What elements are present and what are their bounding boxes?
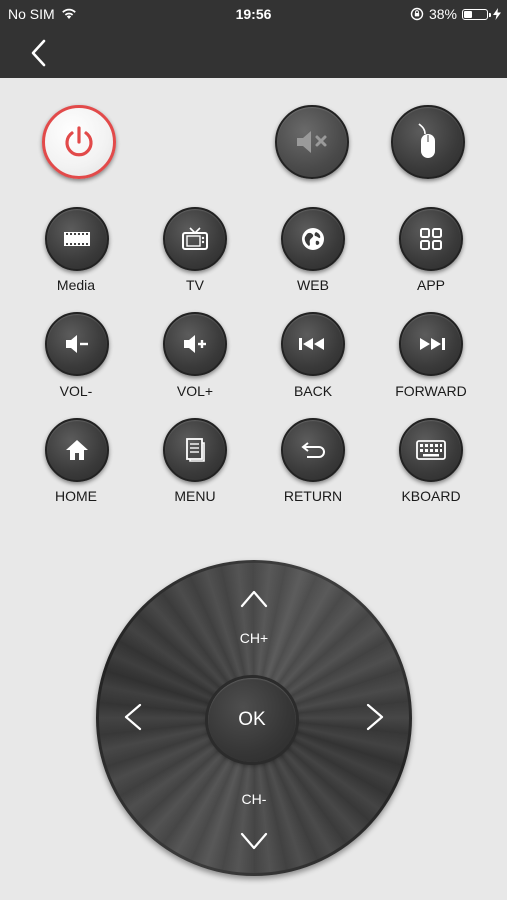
- power-icon: [65, 126, 93, 157]
- menu-button[interactable]: [163, 418, 227, 482]
- power-button[interactable]: [42, 105, 116, 179]
- kboard-label: KBOARD: [401, 488, 461, 504]
- keyboard-icon: [416, 440, 446, 460]
- home-button[interactable]: [45, 418, 109, 482]
- forward-label: FORWARD: [395, 383, 467, 399]
- return-button[interactable]: [281, 418, 345, 482]
- chevron-left-icon[interactable]: [24, 38, 54, 68]
- mute-icon: [297, 131, 327, 153]
- battery-percent: 38%: [428, 6, 457, 22]
- forward-button[interactable]: [399, 312, 463, 376]
- status-right: 38%: [410, 6, 501, 22]
- web-button[interactable]: [281, 207, 345, 271]
- apps-grid-icon: [420, 228, 442, 250]
- ch-down-label[interactable]: CH-: [224, 791, 284, 807]
- app-button[interactable]: [399, 207, 463, 271]
- fast-forward-icon: [420, 338, 445, 350]
- ok-button[interactable]: OK: [208, 678, 296, 762]
- chevron-right-icon[interactable]: [358, 700, 392, 734]
- film-icon: [64, 232, 90, 246]
- nav-bar: [0, 28, 507, 78]
- tv-icon: [182, 227, 208, 250]
- charging-bolt-icon: [493, 8, 501, 20]
- ch-up-label[interactable]: CH+: [224, 630, 284, 646]
- rotation-lock-icon: [410, 7, 424, 21]
- kboard-button[interactable]: [399, 418, 463, 482]
- mouse-button[interactable]: [391, 105, 465, 179]
- back-button[interactable]: [281, 312, 345, 376]
- battery-fill: [464, 10, 472, 18]
- volume-down-icon: [66, 335, 88, 353]
- tv-button[interactable]: [163, 207, 227, 271]
- vol-down-label: VOL-: [59, 383, 93, 399]
- tv-label: TV: [186, 277, 204, 293]
- vol-up-button[interactable]: [163, 312, 227, 376]
- mute-button[interactable]: [275, 105, 349, 179]
- dpad: CH+ OK CH-: [96, 560, 412, 876]
- battery-icon: [462, 8, 491, 20]
- web-label: WEB: [297, 277, 329, 293]
- media-label: Media: [56, 277, 96, 293]
- vol-up-label: VOL+: [176, 383, 214, 399]
- menu-label: MENU: [174, 488, 216, 504]
- vol-down-button[interactable]: [45, 312, 109, 376]
- media-button[interactable]: [45, 207, 109, 271]
- globe-icon: [302, 228, 324, 250]
- chevron-down-icon[interactable]: [237, 824, 271, 858]
- status-bar: No SIM 19:56 38%: [0, 0, 507, 28]
- home-icon: [66, 440, 88, 460]
- menu-doc-icon: [186, 438, 205, 462]
- volume-up-icon: [184, 335, 206, 353]
- back-label: BACK: [293, 383, 333, 399]
- app-label: APP: [416, 277, 445, 293]
- return-arrow-icon: [301, 442, 325, 458]
- ok-label: OK: [238, 709, 266, 730]
- home-label: HOME: [55, 488, 97, 504]
- chevron-left-icon[interactable]: [116, 700, 150, 734]
- mouse-icon: [418, 123, 435, 158]
- return-label: RETURN: [283, 488, 343, 504]
- chevron-up-icon[interactable]: [237, 582, 271, 616]
- rewind-icon: [299, 338, 324, 350]
